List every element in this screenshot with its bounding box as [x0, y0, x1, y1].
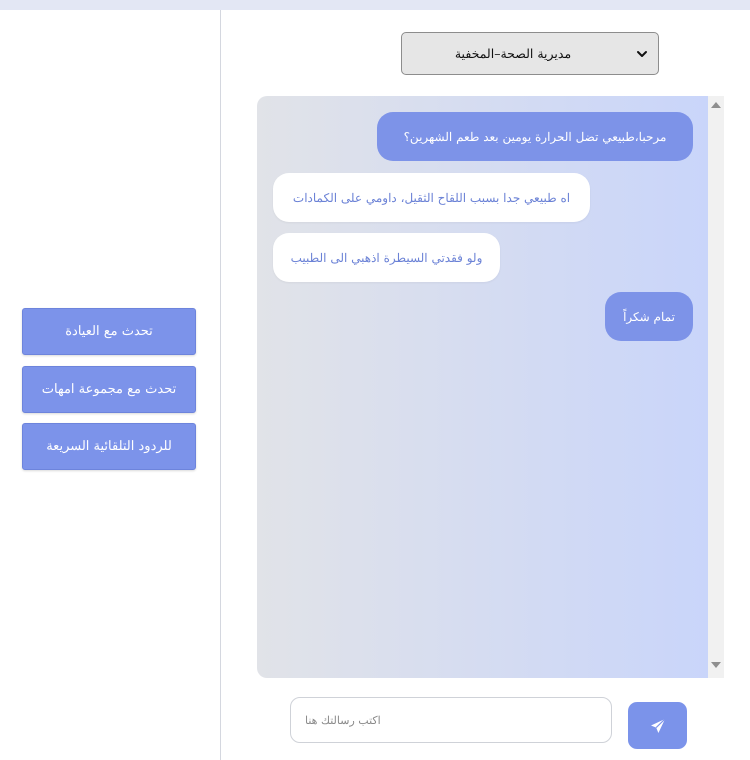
- channel-select[interactable]: مديرية الصحة–المخفية: [401, 32, 659, 75]
- quick-auto-replies-button[interactable]: للردود التلقائية السريعة: [22, 423, 196, 470]
- chat-scrollbar[interactable]: [708, 96, 724, 678]
- scroll-down-arrow[interactable]: [711, 662, 721, 668]
- message-bubble-sent: تمام شكراً: [605, 292, 693, 341]
- chat-with-clinic-label: تحدث مع العيادة: [65, 324, 153, 339]
- message-bubble-received: اه طبيعي جدا بسبب اللقاح الثقيل، داومي ع…: [273, 173, 590, 222]
- message-text: تمام شكراً: [623, 309, 675, 324]
- chat-with-mothers-group-button[interactable]: تحدث مع مجموعة امهات: [22, 366, 196, 413]
- message-input-placeholder: اكتب رسالتك هنا: [305, 713, 381, 727]
- paper-plane-icon: [650, 718, 665, 733]
- scroll-up-arrow[interactable]: [711, 102, 721, 108]
- message-text: ولو فقدتي السيطرة اذهبي الى الطبيب: [290, 250, 483, 265]
- message-text: اه طبيعي جدا بسبب اللقاح الثقيل، داومي ع…: [292, 190, 571, 205]
- chat-with-mothers-group-label: تحدث مع مجموعة امهات: [41, 382, 177, 397]
- chevron-down-icon: [637, 51, 647, 57]
- send-button[interactable]: [628, 702, 687, 749]
- window-top-border: [0, 0, 750, 10]
- message-text: مرحبا،طبيعي تضل الحرارة يومين بعد طعم ال…: [403, 129, 667, 144]
- message-bubble-received: ولو فقدتي السيطرة اذهبي الى الطبيب: [273, 233, 500, 282]
- message-input[interactable]: اكتب رسالتك هنا: [290, 697, 612, 743]
- message-bubble-sent: مرحبا،طبيعي تضل الحرارة يومين بعد طعم ال…: [377, 112, 693, 161]
- quick-auto-replies-label: للردود التلقائية السريعة: [46, 439, 172, 454]
- chat-with-clinic-button[interactable]: تحدث مع العيادة: [22, 308, 196, 355]
- channel-select-value: مديرية الصحة–المخفية: [454, 46, 572, 61]
